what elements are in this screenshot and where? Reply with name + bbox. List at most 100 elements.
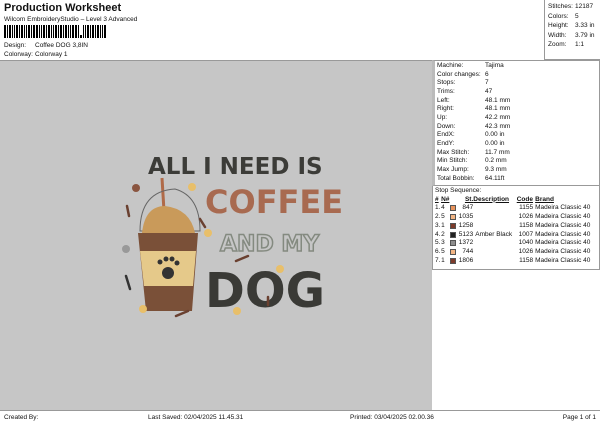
needle-number: 3 [441,239,445,247]
barcode-bar [7,25,8,38]
machine-info-row: Total Bobbin: 64.11ft [437,175,597,184]
barcode-bar [55,25,57,38]
coffee-cup-icon [138,177,201,311]
thread-code: 1158 [519,256,534,264]
value: 0.00 in [485,139,505,147]
barcode-bar [75,25,77,38]
barcode-bar [100,25,101,38]
description [473,257,516,266]
value: 0.2 mm [485,157,507,165]
barcode-bar [87,25,89,38]
barcode-bar [83,25,84,38]
value: 5 [575,12,579,20]
page-title: Production Worksheet [4,2,122,14]
color-swatch [450,240,457,247]
needle-number: 2 [441,230,445,238]
column-header: Code [516,195,533,203]
column-header: N# [441,195,450,203]
color-swatch [450,214,457,221]
thread-code: 1007 [518,230,534,238]
barcode-bar [92,25,94,38]
machine-info-row: Down: 42.3 mm [437,123,597,132]
barcode-bar [78,25,79,38]
artwork-line1: ALL I NEED IS [148,154,323,180]
barcode-bar [65,25,67,38]
machine-info-row: Color changes: 6 [437,71,597,80]
barcode-bar [36,25,38,38]
value: 6 [485,70,489,78]
barcode-bar [90,25,91,38]
artwork-line3: AND MY [220,232,320,257]
value: 3.33 in [575,22,595,30]
barcode-bar [4,25,6,38]
stop-sequence-panel: Stop Sequence: # N# St. Description Code Bran… [432,186,600,270]
color-swatch [450,248,457,255]
machine-info-row: Max Jump: 9.3 mm [437,166,597,175]
summary-box: Stitches: 12187 Colors: 5 Height: 3.33 in Widt… [544,0,600,60]
value: 11.7 mm [485,148,510,156]
barcode-bar [21,25,23,38]
value: 48.1 mm [485,105,511,113]
summary-row: Width: 3.79 in [548,31,597,41]
value: 9.3 mm [485,165,507,173]
created-by: Created By: [4,414,39,421]
barcode-bar [16,25,18,38]
thread-brand: Madeira Classic 40 [535,221,591,229]
label: Zoom: [548,41,567,49]
label: Stops: [437,79,456,87]
printed-date: Printed: 03/04/2025 02.00.36 [350,414,434,421]
barcode-bar [70,25,71,38]
barcode-bar [19,25,20,38]
needle-number: 4 [441,204,445,212]
barcode-bar [60,25,62,38]
description [473,204,516,213]
table-row: 1. 4 847 1155 Madeira Classic 40 [435,204,597,213]
machine-info-row: Min Stitch: 0.2 mm [437,157,597,166]
barcode [4,25,130,38]
thread-code: 1040 [518,239,534,247]
barcode-bar [68,25,69,38]
label: Total Bobbin: [437,174,475,182]
color-swatch [450,205,457,212]
label: Right: [437,105,454,113]
label: Up: [437,113,448,121]
label: Stitches: [548,3,573,10]
barcode-bar [95,25,96,38]
column-header: Brand [535,195,554,203]
value: 42.2 mm [485,113,511,121]
stop-sequence-table: # N# St. Description Code Brand 1. 4 847 1155 Mad… [435,196,597,266]
thread-brand: Madeira Classic 40 [535,256,591,264]
description [473,213,516,222]
label: Max Stitch: [437,148,470,156]
summary-row: Stitches: 12187 [548,2,597,12]
barcode-bar [43,25,45,38]
description [473,239,516,248]
label: Color changes: [437,70,481,78]
barcode-bar [53,25,54,38]
stop-sequence-title: Stop Sequence: [435,187,482,194]
label: Max Jump: [437,165,469,173]
color-swatch [450,222,457,229]
table-row: 3. 1 1258 1158 Madeira Classic 40 [435,222,597,231]
label: Left: [437,96,450,104]
summary-row: Height: 3.33 in [548,21,597,31]
barcode-bar [33,25,35,38]
needle-number: 5 [441,247,445,255]
barcode-bar [104,25,106,38]
design-row: Design: Coffee DOG 3,8IN [4,42,88,49]
summary-row: Zoom: 1:1 [548,40,597,50]
machine-info-row: Up: 42.2 mm [437,114,597,123]
stitch-count: 1372 [458,239,474,247]
stitch-count: 1035 [458,213,474,221]
label: Colors: [548,12,569,20]
barcode-bar [26,25,27,38]
barcode-bar [85,25,86,38]
needle-number: 5 [441,213,445,221]
table-row: 2. 5 1035 1026 Madeira Classic 40 [435,213,597,222]
value: 1:1 [575,41,585,49]
design-name: Coffee DOG 3,8IN [35,42,88,49]
barcode-bar [72,25,74,38]
thread-brand: Madeira Classic 40 [535,230,591,238]
barcode-bar [51,25,52,38]
thread-brand: Madeira Classic 40 [535,213,591,221]
